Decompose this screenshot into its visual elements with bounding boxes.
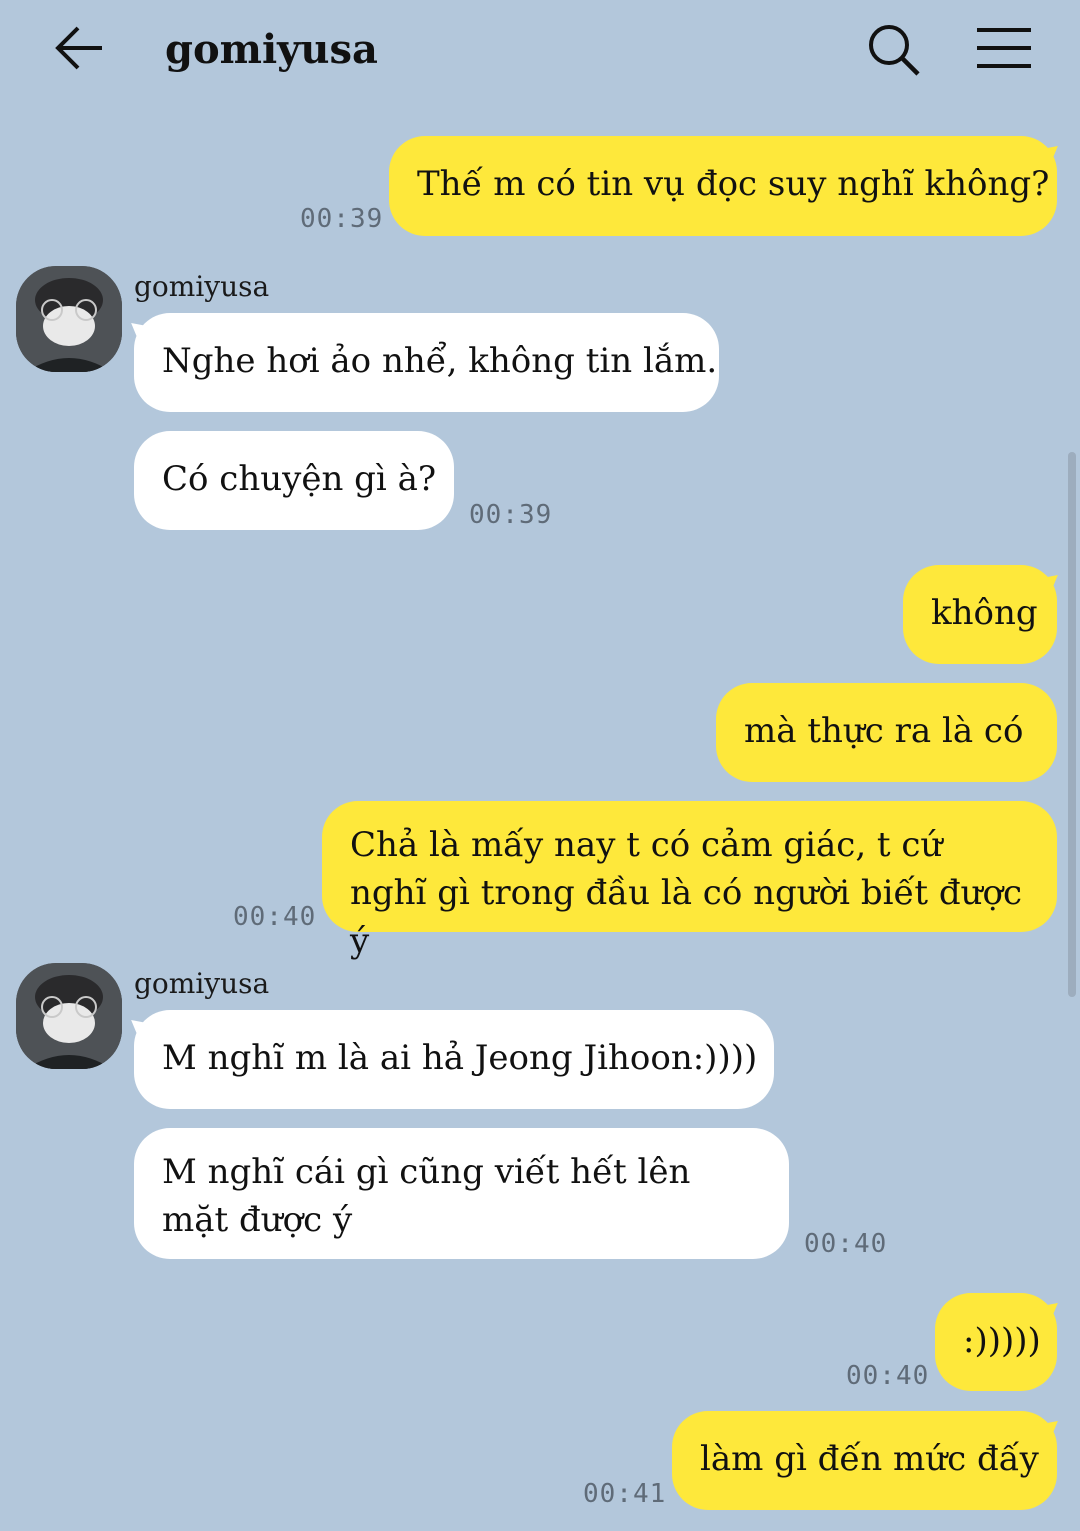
search-icon[interactable] (862, 18, 926, 82)
message-text: Chả là mấy nay t có cảm giác, t cứ nghĩ … (350, 825, 1023, 961)
message-time: 00:41 (583, 1479, 667, 1509)
message-time: 00:40 (846, 1361, 930, 1391)
scrollbar[interactable] (1068, 452, 1076, 997)
back-arrow-icon[interactable] (50, 20, 110, 76)
message-bubble-received[interactable]: M nghĩ m là ai hả Jeong Jihoon:)))) (134, 1010, 774, 1109)
avatar[interactable] (16, 266, 122, 372)
menu-icon[interactable] (970, 18, 1038, 82)
message-text: Có chuyện gì à? (162, 459, 437, 499)
message-bubble-received[interactable]: Có chuyện gì à? (134, 431, 454, 530)
message-bubble-received[interactable]: Nghe hơi ảo nhể, không tin lắm. (134, 313, 719, 412)
message-text: mà thực ra là có (744, 711, 1024, 751)
avatar[interactable] (16, 963, 122, 1069)
message-bubble-sent[interactable]: mà thực ra là có (716, 683, 1057, 782)
sender-name: gomiyusa (134, 967, 270, 1000)
chat-header: gomiyusa (0, 0, 1080, 100)
message-text: không (931, 593, 1038, 633)
message-bubble-sent[interactable]: làm gì đến mức đấy (672, 1411, 1057, 1510)
message-time: 00:40 (233, 902, 317, 932)
message-bubble-received[interactable]: M nghĩ cái gì cũng viết hết lên mặt được… (134, 1128, 789, 1259)
message-bubble-sent[interactable]: Chả là mấy nay t có cảm giác, t cứ nghĩ … (322, 801, 1057, 961)
chat-title: gomiyusa (165, 26, 378, 73)
message-time: 00:39 (300, 204, 384, 234)
message-text: :))))) (963, 1321, 1041, 1361)
message-bubble-sent[interactable]: :))))) (935, 1293, 1057, 1391)
sender-name: gomiyusa (134, 270, 270, 303)
message-time: 00:39 (469, 500, 553, 530)
message-text: M nghĩ m là ai hả Jeong Jihoon:)))) (162, 1038, 758, 1078)
message-text: Thế m có tin vụ đọc suy nghĩ không? (417, 164, 1050, 204)
message-text: làm gì đến mức đấy (700, 1439, 1039, 1479)
message-time: 00:40 (804, 1229, 888, 1259)
message-bubble-sent[interactable]: Thế m có tin vụ đọc suy nghĩ không? (389, 136, 1057, 236)
message-text: M nghĩ cái gì cũng viết hết lên mặt được… (162, 1152, 691, 1240)
message-bubble-sent[interactable]: không (903, 565, 1057, 664)
message-text: Nghe hơi ảo nhể, không tin lắm. (162, 341, 718, 381)
